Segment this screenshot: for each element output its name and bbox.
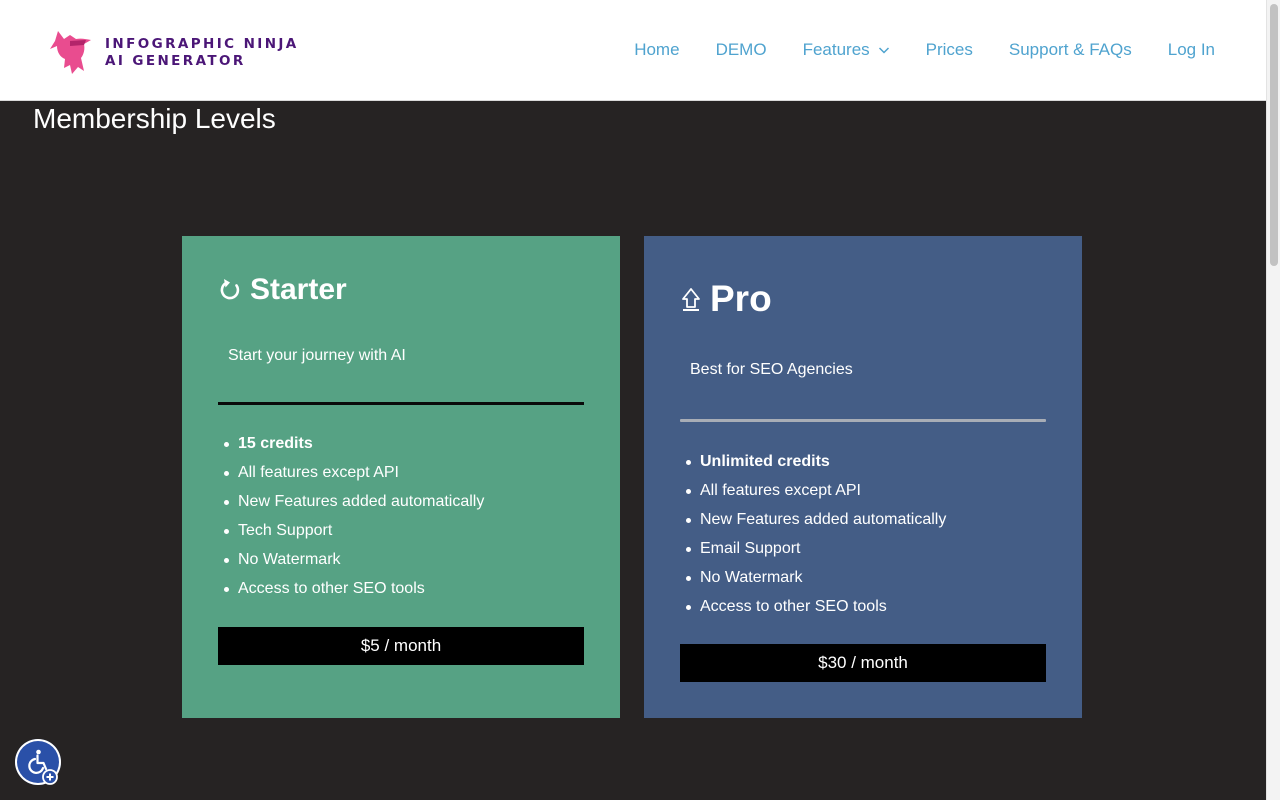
brand-line-2: AI GENERATOR bbox=[105, 53, 246, 69]
nav-support-faqs[interactable]: Support & FAQs bbox=[1009, 40, 1132, 60]
feature-item: New Features added automatically bbox=[223, 492, 484, 521]
nav-home[interactable]: Home bbox=[634, 40, 679, 60]
feature-item: 15 credits bbox=[223, 434, 484, 463]
plan-tagline: Start your journey with AI bbox=[228, 347, 406, 364]
feature-item: Unlimited credits bbox=[685, 452, 946, 481]
feature-item: Tech Support bbox=[223, 521, 484, 550]
nav-prices[interactable]: Prices bbox=[926, 40, 973, 60]
plan-header: Starter bbox=[218, 273, 347, 307]
plan-name: Pro bbox=[710, 278, 772, 319]
plan-tagline: Best for SEO Agencies bbox=[690, 361, 853, 378]
brand-line-1: INFOGRAPHIC NINJA bbox=[105, 36, 299, 52]
page-title: Membership Levels bbox=[33, 103, 276, 134]
plan-features: Unlimited credits All features except AP… bbox=[685, 452, 946, 626]
nav-log-in[interactable]: Log In bbox=[1168, 40, 1215, 60]
price-button-pro[interactable]: $30 / month bbox=[680, 644, 1046, 682]
nav-features[interactable]: Features bbox=[803, 40, 890, 60]
ninja-logo-icon[interactable] bbox=[48, 27, 92, 77]
scrollbar-thumb[interactable] bbox=[1270, 4, 1278, 266]
plan-features: 15 credits All features except API New F… bbox=[223, 434, 484, 608]
plan-name: Starter bbox=[250, 273, 347, 306]
page-scrollbar[interactable] bbox=[1266, 0, 1280, 800]
refresh-icon bbox=[220, 279, 240, 300]
feature-item: All features except API bbox=[685, 481, 946, 510]
main-nav: Home DEMO Features Prices Support & FAQs… bbox=[598, 40, 1215, 60]
feature-item: Access to other SEO tools bbox=[223, 579, 484, 608]
plan-card-pro: Pro Best for SEO Agencies Unlimited cred… bbox=[644, 236, 1082, 718]
plan-header: Pro bbox=[680, 278, 772, 320]
site-header: INFOGRAPHIC NINJA AI GENERATOR Home DEMO… bbox=[0, 0, 1266, 101]
feature-item: All features except API bbox=[223, 463, 484, 492]
chevron-down-icon bbox=[878, 47, 889, 54]
nav-features-label: Features bbox=[802, 40, 870, 59]
page: INFOGRAPHIC NINJA AI GENERATOR Home DEMO… bbox=[0, 0, 1266, 800]
upgrade-arrow-icon bbox=[682, 288, 700, 311]
feature-item: Access to other SEO tools bbox=[685, 597, 946, 626]
feature-item: No Watermark bbox=[685, 568, 946, 597]
brand-name[interactable]: INFOGRAPHIC NINJA AI GENERATOR bbox=[105, 36, 299, 70]
feature-item: No Watermark bbox=[223, 550, 484, 579]
accessibility-button[interactable] bbox=[15, 739, 61, 785]
nav-demo[interactable]: DEMO bbox=[716, 40, 767, 60]
price-button-starter[interactable]: $5 / month bbox=[218, 627, 584, 665]
feature-item: Email Support bbox=[685, 539, 946, 568]
feature-item: New Features added automatically bbox=[685, 510, 946, 539]
plan-divider bbox=[218, 402, 584, 405]
wheelchair-icon bbox=[28, 749, 58, 785]
plan-card-starter: Starter Start your journey with AI 15 cr… bbox=[182, 236, 620, 718]
plan-divider bbox=[680, 419, 1046, 422]
